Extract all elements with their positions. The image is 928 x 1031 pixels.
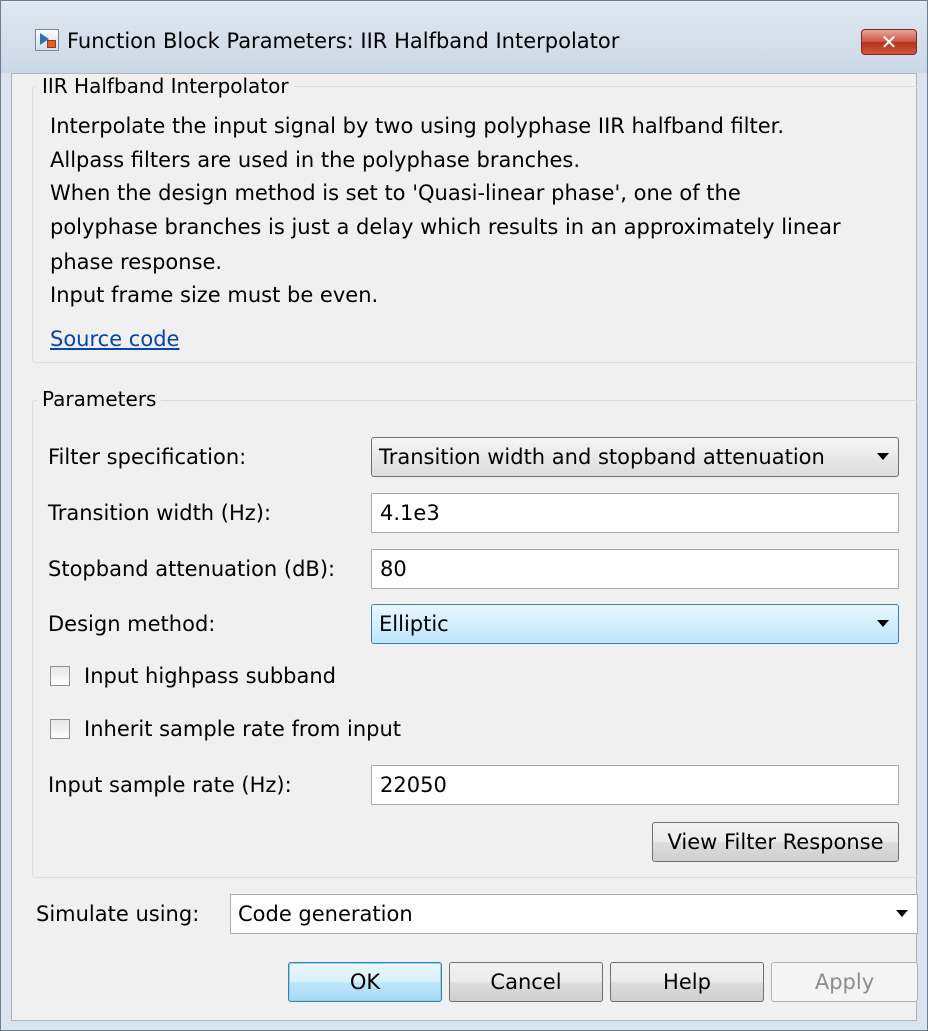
close-button[interactable]: ✕ [861,29,917,55]
filter-specification-value: Transition width and stopband attenuatio… [379,445,825,469]
source-code-link[interactable]: Source code [50,325,179,353]
simulink-block-icon [35,29,59,51]
description-line: polyphase branches is just a delay which… [50,215,841,239]
description-line: Interpolate the input signal by two usin… [50,114,785,138]
simulate-using-value: Code generation [238,902,413,926]
design-method-dropdown[interactable]: Elliptic [371,604,899,644]
dialog-client-area: IIR Halfband Interpolator Interpolate th… [11,73,918,1021]
input-sample-rate-field[interactable]: 22050 [371,765,899,805]
view-filter-response-button[interactable]: View Filter Response [652,822,899,862]
input-sample-rate-label: Input sample rate (Hz): [48,773,292,797]
design-method-label: Design method: [48,612,216,636]
title-bar[interactable]: Function Block Parameters: IIR Halfband … [1,1,927,73]
chevron-down-icon [877,620,889,627]
description-line: phase response. [50,250,223,274]
description-line: Allpass filters are used in the polyphas… [50,148,581,172]
description-line: When the design method is set to 'Quasi-… [50,181,741,205]
apply-button[interactable]: Apply [771,962,918,1002]
dialog-window: Function Block Parameters: IIR Halfband … [0,0,928,1031]
chevron-down-icon [877,453,889,460]
simulate-using-dropdown[interactable]: Code generation [230,894,918,934]
simulate-using-label: Simulate using: [36,902,200,926]
filter-specification-label: Filter specification: [48,445,247,469]
filter-specification-dropdown[interactable]: Transition width and stopband attenuatio… [371,437,899,477]
cancel-button[interactable]: Cancel [449,962,603,1002]
transition-width-label: Transition width (Hz): [48,501,272,525]
input-highpass-subband-checkbox[interactable] [50,666,70,686]
inherit-sample-rate-checkbox[interactable] [50,719,70,739]
description-group-title: IIR Halfband Interpolator [37,74,294,98]
help-button[interactable]: Help [610,962,764,1002]
transition-width-field[interactable]: 4.1e3 [371,493,899,533]
window-title: Function Block Parameters: IIR Halfband … [67,29,620,53]
inherit-sample-rate-label[interactable]: Inherit sample rate from input [84,715,401,743]
stopband-attenuation-field[interactable]: 80 [371,549,899,589]
design-method-value: Elliptic [379,612,449,636]
stopband-attenuation-label: Stopband attenuation (dB): [48,557,336,581]
chevron-down-icon [896,910,908,917]
block-square-icon [47,40,56,48]
input-highpass-subband-label[interactable]: Input highpass subband [84,662,336,690]
parameters-group-title: Parameters [37,387,162,411]
ok-button[interactable]: OK [288,962,442,1002]
description-line: Input frame size must be even. [50,283,379,307]
